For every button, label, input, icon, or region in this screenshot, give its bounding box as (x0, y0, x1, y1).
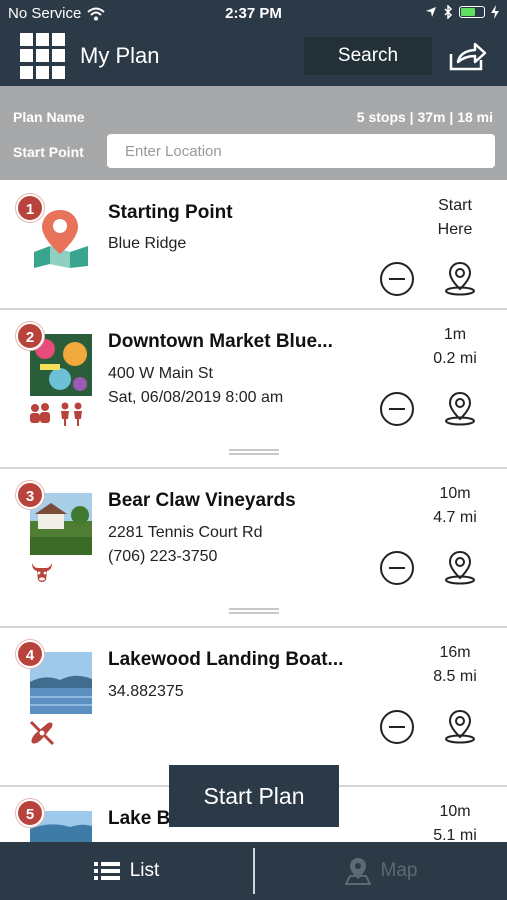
plan-name-label[interactable]: Plan Name (13, 109, 85, 125)
stop-time: 10m (439, 803, 471, 820)
start-location-input[interactable] (107, 134, 495, 168)
bottom-tab-bar: List Map (0, 842, 507, 900)
tab-list-label: List (129, 860, 160, 881)
stop-time: 1m (443, 326, 467, 343)
stop-number-badge: 4 (16, 640, 44, 668)
stop-item[interactable]: 3 Bear Claw Vineyards 2281 Tennis Court … (0, 469, 507, 628)
stop-title: Lakewood Landing Boat... (108, 649, 344, 670)
stop-item[interactable]: 4 Lakewood Landing Boat... 34.882375 16m… (0, 628, 507, 787)
stop-phone: (706) 223-3750 (108, 548, 218, 565)
battery-icon (459, 6, 485, 18)
drag-handle[interactable] (229, 449, 279, 455)
stop-datetime: Sat, 06/08/2019 8:00 am (108, 389, 284, 406)
stop-address: Blue Ridge (108, 235, 187, 252)
stop-distance: 4.7 mi (433, 509, 477, 526)
location-pin-icon[interactable] (443, 708, 477, 744)
stop-title: Bear Claw Vineyards (108, 490, 296, 511)
location-pin-icon[interactable] (443, 549, 477, 585)
stop-distance: Here (437, 221, 473, 238)
remove-stop-button[interactable] (380, 392, 414, 426)
family-icon (30, 402, 82, 426)
tab-list[interactable]: List (0, 842, 253, 900)
stop-time: 16m (439, 644, 471, 661)
location-arrow-icon (426, 7, 436, 17)
stop-distance: 8.5 mi (433, 668, 477, 685)
tab-map[interactable]: Map (255, 842, 507, 900)
stop-number-badge: 1 (16, 194, 44, 222)
start-point-label: Start Point (13, 144, 84, 160)
location-pin-icon[interactable] (443, 260, 477, 296)
kayak-icon (29, 720, 55, 746)
remove-stop-button[interactable] (380, 710, 414, 744)
start-plan-button[interactable]: Start Plan (169, 765, 339, 827)
remove-stop-button[interactable] (380, 262, 414, 296)
stop-number-badge: 2 (16, 322, 44, 350)
remove-stop-button[interactable] (380, 551, 414, 585)
stop-title: Downtown Market Blue... (108, 331, 333, 352)
charging-icon (491, 5, 499, 19)
tab-map-label: Map (380, 860, 418, 881)
status-bar: No Service 2:37 PM (0, 0, 507, 28)
menu-grid-icon[interactable] (20, 33, 66, 79)
stop-item[interactable]: 2 Downtown Market Blue... 400 W Main St … (0, 310, 507, 469)
plan-summary: Plan Name 5 stops | 37m | 18 mi Start Po… (0, 86, 507, 180)
page-title: My Plan (80, 43, 160, 68)
search-button[interactable]: Search (304, 37, 432, 75)
stop-time: Start (438, 197, 472, 214)
stop-coordinate: 34.882375 (108, 683, 184, 700)
stop-number-badge: 3 (16, 481, 44, 509)
stop-item[interactable]: 1 Starting Point Blue Ridge Start Here (0, 180, 507, 310)
list-icon (93, 862, 120, 880)
map-pin-icon (344, 858, 371, 885)
stop-address: 400 W Main St (108, 365, 213, 382)
stop-title: Starting Point (108, 202, 233, 223)
drag-handle[interactable] (229, 608, 279, 614)
bull-icon (32, 563, 52, 582)
location-pin-icon[interactable] (443, 390, 477, 426)
top-nav: My Plan Search (0, 28, 507, 86)
stop-number-badge: 5 (16, 799, 44, 827)
bluetooth-icon (444, 5, 453, 19)
share-icon[interactable] (448, 40, 488, 72)
stop-address: 2281 Tennis Court Rd (108, 524, 263, 541)
stop-distance: 0.2 mi (433, 350, 477, 367)
stop-time: 10m (439, 485, 471, 502)
plan-stats: 5 stops | 37m | 18 mi (356, 109, 493, 125)
